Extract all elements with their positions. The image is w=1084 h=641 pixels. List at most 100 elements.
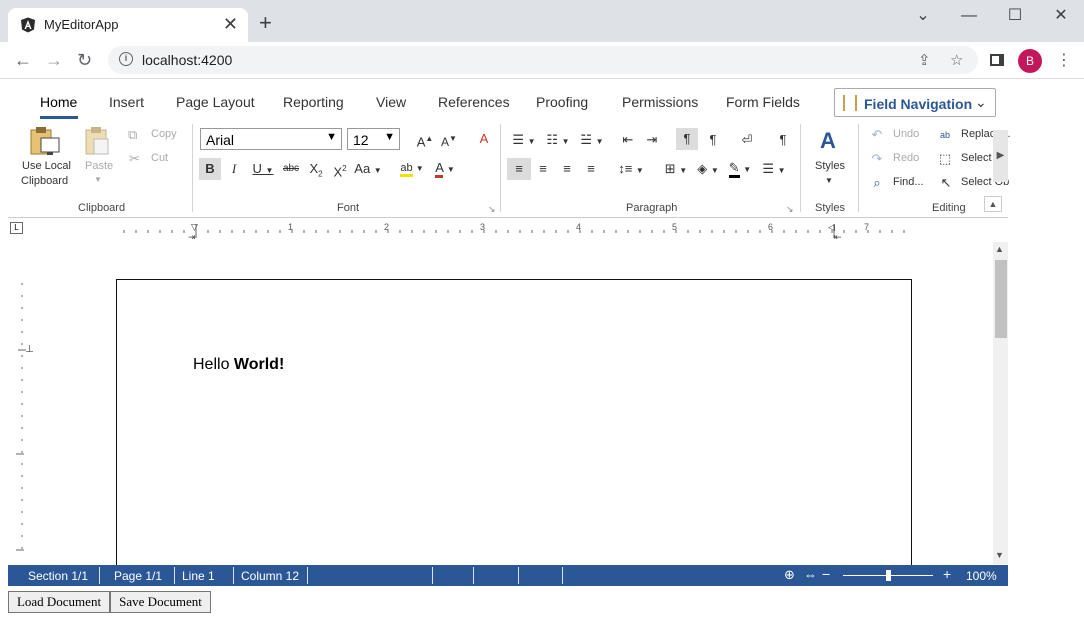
- italic-icon[interactable]: I: [225, 161, 243, 177]
- load-document-button[interactable]: Load Document: [8, 591, 110, 613]
- maximize-icon[interactable]: ☐: [992, 4, 1038, 32]
- font-size-select[interactable]: 12 ▼: [347, 128, 400, 150]
- tab-close-icon[interactable]: ✕: [223, 14, 238, 34]
- styles-button-label[interactable]: Styles: [815, 160, 845, 172]
- select-objects-icon[interactable]: ↖: [938, 175, 954, 191]
- paste-icon[interactable]: [84, 126, 112, 158]
- subscript-icon[interactable]: X2: [306, 161, 326, 183]
- tab-proofing[interactable]: Proofing: [536, 94, 588, 110]
- font-color-icon[interactable]: A ▼: [431, 160, 459, 178]
- shading-icon[interactable]: ◈ ▼: [694, 161, 722, 179]
- back-icon[interactable]: ←: [14, 50, 32, 70]
- reload-icon[interactable]: ↻: [77, 50, 92, 70]
- grow-font-icon[interactable]: A▲: [416, 131, 434, 150]
- superscript-icon[interactable]: X2: [330, 161, 350, 180]
- increase-indent-icon[interactable]: ⇥: [644, 132, 660, 148]
- underline-icon[interactable]: U ▼: [249, 161, 277, 179]
- undo-icon[interactable]: ↶: [869, 127, 885, 143]
- tab-search-icon[interactable]: ⌄: [900, 4, 946, 32]
- shrink-font-icon[interactable]: A▼: [440, 131, 458, 150]
- save-document-button[interactable]: Save Document: [110, 591, 211, 613]
- line-spacing-icon[interactable]: ↕≡ ▼: [617, 161, 645, 179]
- tab-home[interactable]: Home: [40, 94, 77, 110]
- document-page[interactable]: Hello World!: [116, 279, 912, 569]
- fit-width-icon[interactable]: ⇔: [804, 567, 817, 582]
- redo-icon[interactable]: ↷: [869, 151, 885, 167]
- tab-stop-selector-icon[interactable]: L: [10, 222, 23, 234]
- tab-view[interactable]: View: [376, 94, 406, 110]
- find-label[interactable]: Find...: [893, 176, 924, 188]
- tab-page-layout[interactable]: Page Layout: [176, 94, 255, 110]
- redo-label[interactable]: Redo: [893, 152, 919, 164]
- url-input[interactable]: i localhost:4200 ⇪ ☆: [108, 46, 978, 74]
- numbered-list-icon[interactable]: ☷ ▼: [544, 132, 572, 150]
- minimize-icon[interactable]: —: [946, 4, 992, 32]
- align-right-icon[interactable]: ≡: [558, 161, 576, 177]
- clear-formatting-icon[interactable]: A: [475, 131, 493, 147]
- borders-icon[interactable]: ⊞ ▼: [662, 161, 690, 179]
- use-local-clipboard-icon[interactable]: [29, 126, 61, 158]
- styles-icon[interactable]: A: [814, 128, 842, 154]
- paragraph-dialog-launcher-icon[interactable]: ↘: [786, 204, 794, 215]
- ltr-paragraph-icon[interactable]: ¶: [676, 128, 698, 150]
- scroll-down-icon[interactable]: ▼: [995, 550, 1004, 560]
- show-formatting-marks-icon[interactable]: ¶: [774, 132, 792, 148]
- styles-dropdown-icon[interactable]: ▼: [825, 176, 833, 185]
- select-all-icon[interactable]: ⬚: [936, 151, 954, 167]
- clipboard-label[interactable]: Clipboard: [21, 175, 68, 187]
- zoom-out-icon[interactable]: −: [822, 566, 830, 582]
- vertical-ruler[interactable]: ⊥: [12, 280, 34, 560]
- copy-label[interactable]: Copy: [151, 128, 177, 140]
- browser-tab[interactable]: MyEditorApp ✕: [8, 8, 248, 42]
- zoom-slider-thumb[interactable]: [886, 570, 891, 581]
- change-case-icon[interactable]: Aa ▼: [353, 161, 383, 179]
- scrollbar-thumb[interactable]: [995, 260, 1007, 338]
- fit-page-icon[interactable]: ⊕: [784, 567, 795, 583]
- highlight-color-icon[interactable]: ab ▼: [398, 160, 426, 177]
- horizontal-ruler[interactable]: 1 2 3 4 5 6 7 ▽ ⇥ ◁ ⇤: [120, 222, 910, 242]
- forward-icon[interactable]: →: [45, 50, 63, 70]
- scroll-up-icon[interactable]: ▲: [995, 244, 1004, 254]
- field-navigation-dropdown[interactable]: Field Navigation ⌄: [834, 88, 996, 117]
- tab-form-fields[interactable]: Form Fields: [726, 94, 800, 110]
- page-break-icon[interactable]: ⏎: [738, 132, 756, 148]
- vertical-scrollbar[interactable]: ▲ ▼: [993, 242, 1008, 564]
- browser-menu-icon[interactable]: ⋮: [1056, 50, 1072, 70]
- rtl-paragraph-icon[interactable]: ¶: [704, 132, 722, 148]
- collapse-ribbon-icon[interactable]: ▲: [984, 196, 1002, 212]
- left-indent-icon[interactable]: ⇥: [188, 232, 196, 243]
- select-all-label[interactable]: Select: [961, 152, 992, 164]
- undo-label[interactable]: Undo: [893, 128, 919, 140]
- top-margin-icon[interactable]: ⊥: [25, 344, 34, 355]
- copy-icon[interactable]: ⧉: [128, 127, 137, 143]
- share-icon[interactable]: ⇪: [918, 51, 931, 69]
- tab-references[interactable]: References: [438, 94, 510, 110]
- border-color-icon[interactable]: ✎ ▼: [726, 160, 754, 178]
- side-panel-icon[interactable]: [990, 54, 1004, 66]
- border-line-style-icon[interactable]: ☰ ▼: [760, 161, 788, 179]
- paste-label[interactable]: Paste: [85, 160, 113, 172]
- align-justify-icon[interactable]: ≡: [582, 161, 600, 177]
- tab-reporting[interactable]: Reporting: [283, 94, 344, 110]
- find-icon[interactable]: ⌕: [869, 175, 885, 191]
- use-local-label[interactable]: Use Local: [22, 160, 71, 172]
- right-margin-icon[interactable]: ⇤: [834, 232, 842, 243]
- new-tab-button[interactable]: +: [259, 11, 272, 35]
- zoom-in-icon[interactable]: +: [943, 566, 951, 582]
- bookmark-star-icon[interactable]: ☆: [950, 51, 963, 69]
- tab-permissions[interactable]: Permissions: [622, 94, 698, 110]
- ribbon-scroll-right-icon[interactable]: ▶: [993, 130, 1008, 182]
- font-family-select[interactable]: Arial ▼: [200, 128, 342, 150]
- decrease-indent-icon[interactable]: ⇤: [620, 132, 636, 148]
- align-left-icon[interactable]: ≡: [507, 158, 531, 180]
- cut-icon[interactable]: ✂: [129, 151, 140, 167]
- close-window-icon[interactable]: ✕: [1038, 4, 1084, 32]
- tab-insert[interactable]: Insert: [109, 94, 144, 110]
- font-dialog-launcher-icon[interactable]: ↘: [488, 204, 496, 215]
- bullet-list-icon[interactable]: ☰ ▼: [510, 132, 538, 150]
- replace-icon[interactable]: ab: [936, 127, 954, 143]
- paste-dropdown-icon[interactable]: ▼: [94, 175, 102, 184]
- align-center-icon[interactable]: ≡: [534, 161, 552, 177]
- profile-avatar[interactable]: B: [1018, 49, 1042, 73]
- document-paragraph[interactable]: Hello World!: [193, 356, 284, 374]
